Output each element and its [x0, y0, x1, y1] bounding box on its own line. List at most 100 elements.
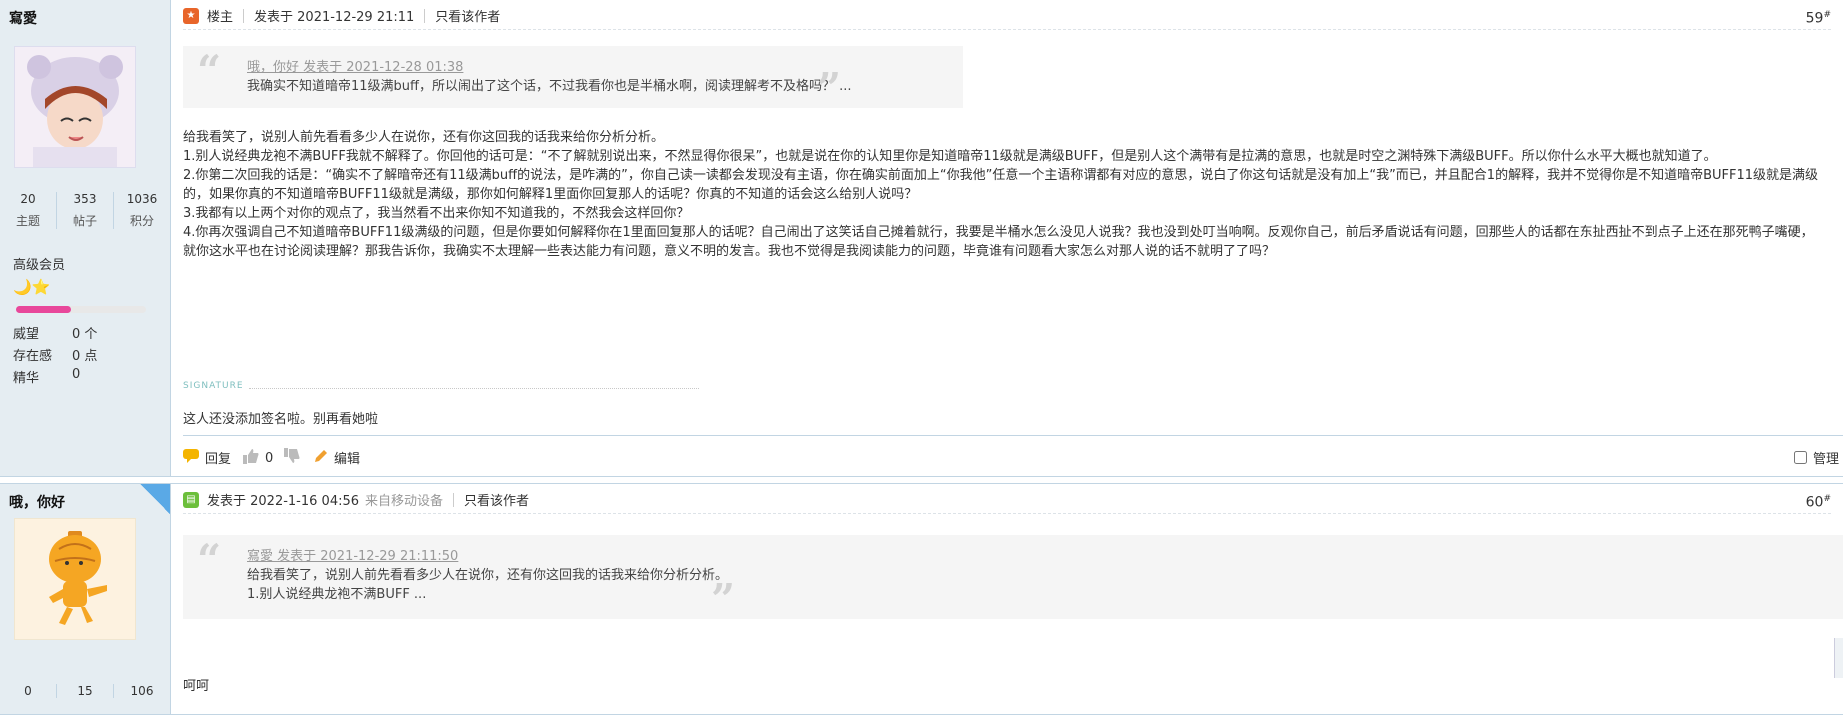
- attr-value: 0: [72, 367, 81, 382]
- divider: [453, 492, 455, 507]
- post-header: ▤ 发表于 2022-1-16 04:56 来自移动设备 只看该作者: [183, 490, 529, 509]
- like-button[interactable]: 0: [243, 448, 273, 468]
- pencil-icon: [314, 449, 328, 467]
- reply-label: 回复: [205, 452, 232, 467]
- quote-meta-link[interactable]: 哦，你好 发表于 2021-12-28 01:38: [247, 56, 463, 75]
- floor-number[interactable]: 59#: [1806, 10, 1831, 27]
- stat-posts-num: 15: [77, 684, 93, 698]
- device-label: 来自移动设备: [365, 494, 444, 509]
- stat-threads-num: 0: [24, 684, 32, 698]
- only-author-link[interactable]: 只看该作者: [464, 490, 529, 509]
- attr-value: 0 点: [72, 349, 98, 364]
- signature-divider: [249, 388, 699, 389]
- floor-num: 59: [1805, 10, 1824, 27]
- body-paragraph: 1.别人说经典龙袍不满BUFF我就不解释了。你回他的话可是：“不了解就别说出来，…: [183, 149, 1717, 164]
- post-time: 发表于 2022-1-16 04:56: [207, 494, 360, 509]
- manage-check[interactable]: [1793, 451, 1807, 464]
- stat-posts-num: 353: [73, 192, 97, 206]
- level-icons: 🌙⭐: [13, 278, 51, 296]
- quote-text: 我确实不知道暗帝11级满buff，所以闹出了这个话，不过我看你也是半桶水啊，阅读…: [247, 79, 852, 94]
- attr-presence: 存在感 0 点: [13, 345, 97, 364]
- avatar[interactable]: [14, 46, 136, 168]
- quote-meta-link[interactable]: 寫愛 发表于 2021-12-29 21:11:50: [247, 545, 458, 564]
- divider: [243, 8, 245, 23]
- edit-button[interactable]: 编辑: [314, 448, 360, 467]
- user-rank[interactable]: 高级会员: [13, 254, 65, 273]
- post-60: 哦，你好 0 15 106 ▤ 发表于 2022-1-16 04:56 来自移动…: [0, 484, 1843, 715]
- attr-label: 精华: [13, 371, 40, 386]
- post-content: ▤ 发表于 2022-1-16 04:56 来自移动设备 只看该作者 60# “…: [171, 484, 1843, 714]
- level-progress-fill: [16, 306, 71, 313]
- edit-label: 编辑: [334, 452, 361, 467]
- level-progress-bar: [16, 306, 146, 313]
- floor-sup: #: [1823, 494, 1831, 504]
- quote-block: “ 寫愛 发表于 2021-12-29 21:11:50 给我看笑了，说别人前先…: [183, 535, 1843, 624]
- stat-credits[interactable]: 1036 积分: [114, 192, 170, 229]
- stat-threads[interactable]: 20 主题: [0, 192, 57, 229]
- manage-label: 管理: [1812, 452, 1839, 467]
- stat-posts[interactable]: 353 帖子: [57, 192, 114, 229]
- floor-sup: #: [1823, 10, 1831, 20]
- close-quote-icon: ”: [711, 575, 736, 624]
- like-count: 0: [265, 450, 274, 466]
- body-paragraph: 2.你第二次回我的话是：“确实不了解暗帝还有11级满buff的说法，是咋满的”，…: [183, 168, 1819, 202]
- user-stats: 0 15 106: [0, 684, 170, 698]
- floor-num: 60: [1805, 494, 1824, 511]
- avatar-image: [15, 47, 135, 167]
- post-body: 给我看笑了，说别人前先看看多少人在说你，还有你这回我的话我来给你分析分析。 1.…: [183, 128, 1823, 261]
- open-quote-icon: “: [197, 46, 222, 95]
- user-stats: 20 主题 353 帖子 1036 积分: [0, 192, 170, 229]
- stat-credits-num: 1036: [126, 192, 158, 206]
- mobile-badge-icon: [140, 484, 170, 514]
- post-actions: 回复 0 编辑 管理: [183, 435, 1843, 478]
- stat-posts-label: 帖子: [72, 214, 97, 228]
- attr-value: 0 个: [72, 327, 98, 342]
- role-label: 楼主: [207, 10, 234, 25]
- quote-text: 给我看笑了，说别人前先看看多少人在说你，还有你这回我的话我来给你分析分析。: [247, 568, 729, 583]
- stat-threads-num: 20: [20, 192, 36, 206]
- thumbs-up-icon: [243, 448, 259, 468]
- floor-number[interactable]: 60#: [1806, 494, 1831, 511]
- post-type-icon: ▤: [183, 491, 199, 508]
- reply-button[interactable]: 回复: [183, 448, 231, 467]
- attr-label: 威望: [13, 327, 40, 342]
- open-quote-icon: “: [197, 535, 222, 584]
- stat-credits-label: 积分: [129, 214, 154, 228]
- author-sidebar: 哦，你好 0 15 106: [0, 484, 171, 714]
- body-paragraph: 给我看笑了，说别人前先看看多少人在说你，还有你这回我的话我来给你分析分析。: [183, 130, 665, 145]
- divider: [424, 8, 426, 23]
- manage-checkbox[interactable]: 管理: [1793, 448, 1839, 467]
- quote-text: 1.别人说经典龙袍不满BUFF ...: [247, 587, 427, 602]
- stat-posts[interactable]: 15: [57, 684, 114, 698]
- stat-credits[interactable]: 106: [114, 684, 170, 698]
- signature-label: SIGNATURE: [183, 381, 244, 391]
- author-name[interactable]: 寫愛: [9, 8, 37, 28]
- avatar-image: [15, 519, 135, 639]
- stat-credits-num: 106: [130, 684, 154, 698]
- reply-icon: [183, 448, 199, 467]
- post-separator: [0, 477, 1843, 484]
- stat-threads-label: 主题: [15, 214, 40, 228]
- only-author-link[interactable]: 只看该作者: [435, 6, 500, 25]
- thumbs-down-icon: [284, 448, 300, 468]
- avatar[interactable]: [14, 518, 136, 640]
- post-59: 寫愛 20 主题 353 帖子 1036 积分 高级会员 🌙⭐ 威望 0 个 存…: [0, 0, 1843, 477]
- thread-starter-icon: ★: [183, 7, 199, 24]
- post-body: 呵呵: [183, 679, 210, 694]
- body-paragraph: 4.你再次强调自己不知道暗帝BUFF11级满级的问题，但是你要如何解释你在1里面…: [183, 225, 1814, 259]
- signature-text: 这人还没添加签名啦。别再看她啦: [183, 412, 379, 427]
- attr-prestige: 威望 0 个: [13, 323, 97, 342]
- post-content: ★ 楼主 发表于 2021-12-29 21:11 只看该作者 59# “ 哦，…: [171, 0, 1843, 476]
- post-time: 发表于 2021-12-29 21:11: [254, 10, 415, 25]
- header-divider: [183, 513, 1831, 514]
- quote-block: “ 哦，你好 发表于 2021-12-28 01:38 我确实不知道暗帝11级满…: [183, 46, 963, 113]
- attr-label: 存在感: [13, 349, 53, 364]
- body-paragraph: 3.我都有以上两个对你的观点了，我当然看不出来你知不知道我的，不然我会这样回你？: [183, 206, 690, 221]
- header-divider: [183, 29, 1831, 30]
- author-name[interactable]: 哦，你好: [9, 492, 65, 512]
- close-quote-icon: ”: [817, 64, 842, 113]
- scroll-handle[interactable]: [1834, 638, 1843, 678]
- dislike-button[interactable]: [284, 448, 306, 468]
- stat-threads[interactable]: 0: [0, 684, 57, 698]
- post-header: ★ 楼主 发表于 2021-12-29 21:11 只看该作者: [183, 6, 500, 25]
